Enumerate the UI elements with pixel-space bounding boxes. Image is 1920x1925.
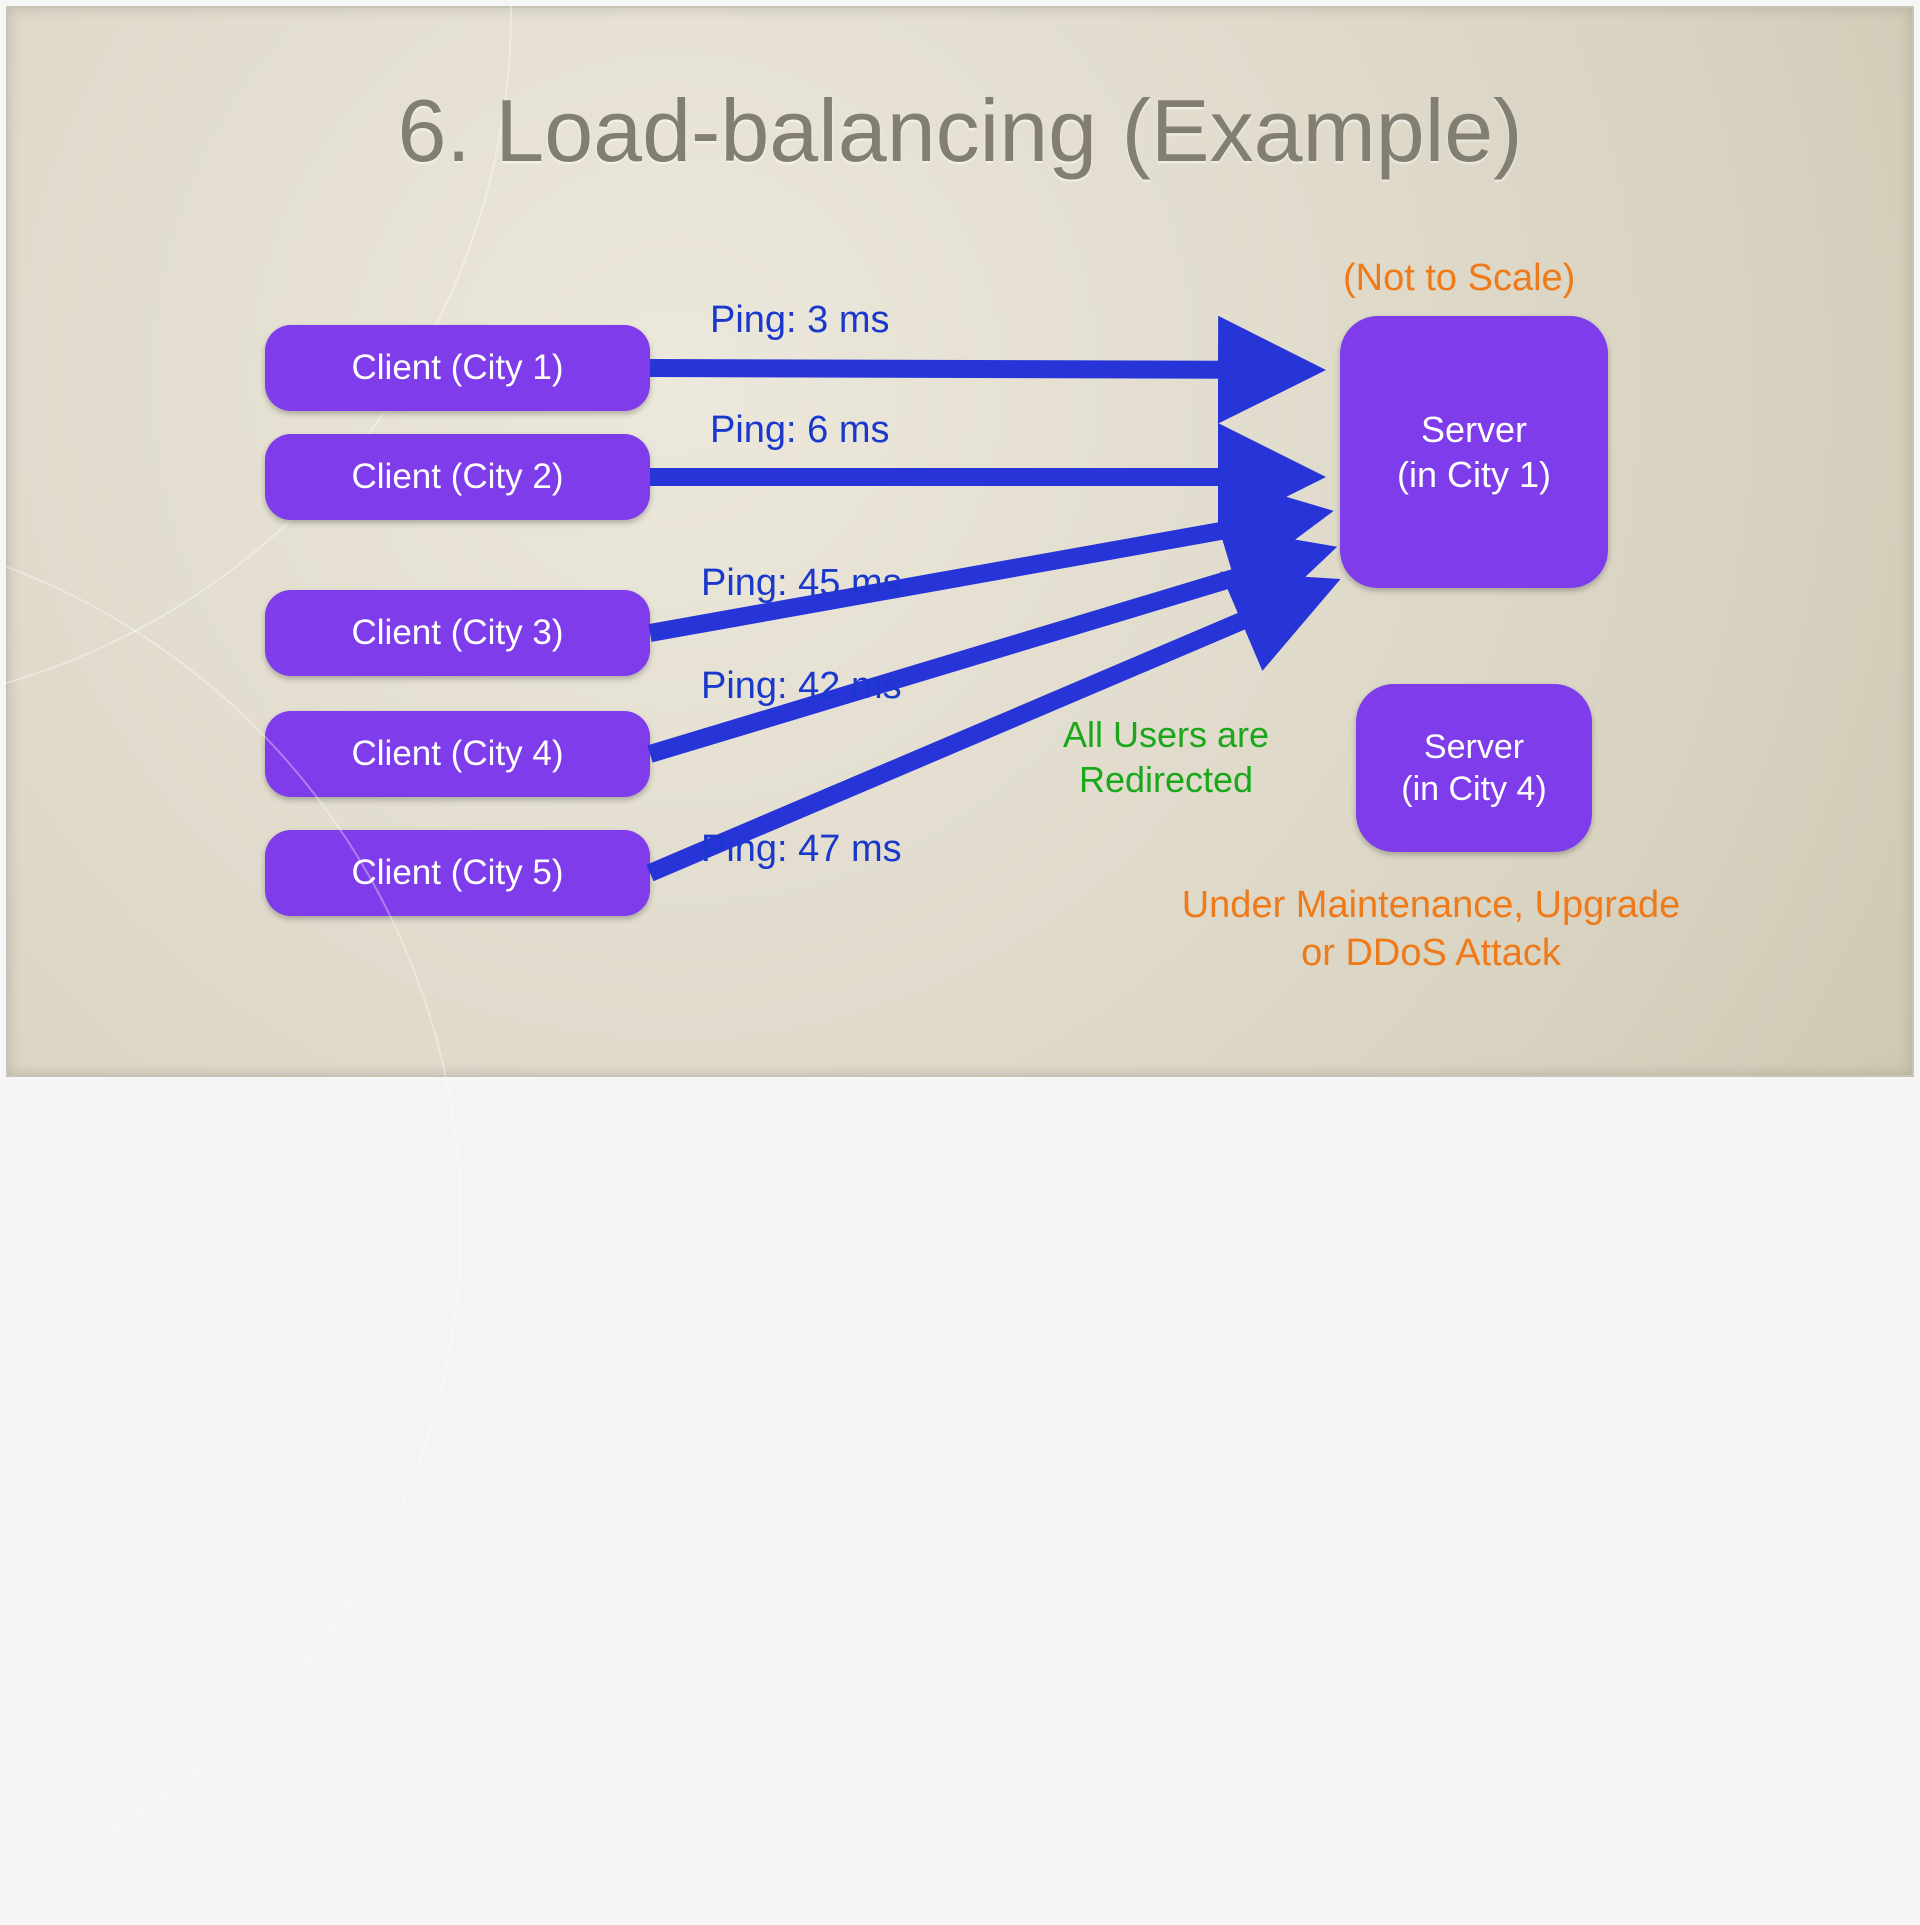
ping-label-1: Ping: 3 ms: [710, 299, 890, 342]
client-label: Client (City 3): [352, 611, 564, 655]
client-city-5: Client (City 5): [265, 830, 650, 916]
server-label-line2: (in City 1): [1397, 452, 1551, 497]
server-label-line1: Server: [1424, 726, 1524, 769]
slide-title: 6. Load-balancing (Example): [8, 80, 1912, 182]
note-maintenance: Under Maintenance, Upgrade or DDoS Attac…: [1151, 882, 1711, 977]
client-city-3: Client (City 3): [265, 590, 650, 676]
server-label-line1: Server: [1421, 407, 1527, 452]
note-line: Under Maintenance, Upgrade: [1182, 884, 1681, 926]
server-label-line2: (in City 4): [1401, 768, 1546, 811]
client-city-4: Client (City 4): [265, 711, 650, 797]
ping-label-4: Ping: 42 ms: [701, 665, 902, 708]
note-line: All Users are: [1063, 714, 1269, 755]
ping-label-2: Ping: 6 ms: [710, 409, 890, 452]
client-label: Client (City 4): [352, 732, 564, 776]
note-line: Redirected: [1079, 759, 1253, 800]
client-label: Client (City 2): [352, 455, 564, 499]
client-label: Client (City 1): [352, 346, 564, 390]
ping-label-3: Ping: 45 ms: [701, 562, 902, 605]
server-city-4: Server (in City 4): [1356, 684, 1592, 852]
note-not-to-scale: (Not to Scale): [1343, 255, 1575, 303]
note-line: or DDoS Attack: [1301, 932, 1561, 974]
ping-label-5: Ping: 47 ms: [701, 828, 902, 871]
client-city-1: Client (City 1): [265, 325, 650, 411]
client-label: Client (City 5): [352, 851, 564, 895]
slide-background: 6. Load-balancing (Example) Client (City…: [6, 6, 1914, 1077]
client-city-2: Client (City 2): [265, 434, 650, 520]
server-city-1: Server (in City 1): [1340, 316, 1608, 588]
note-redirected: All Users are Redirected: [1026, 712, 1306, 802]
